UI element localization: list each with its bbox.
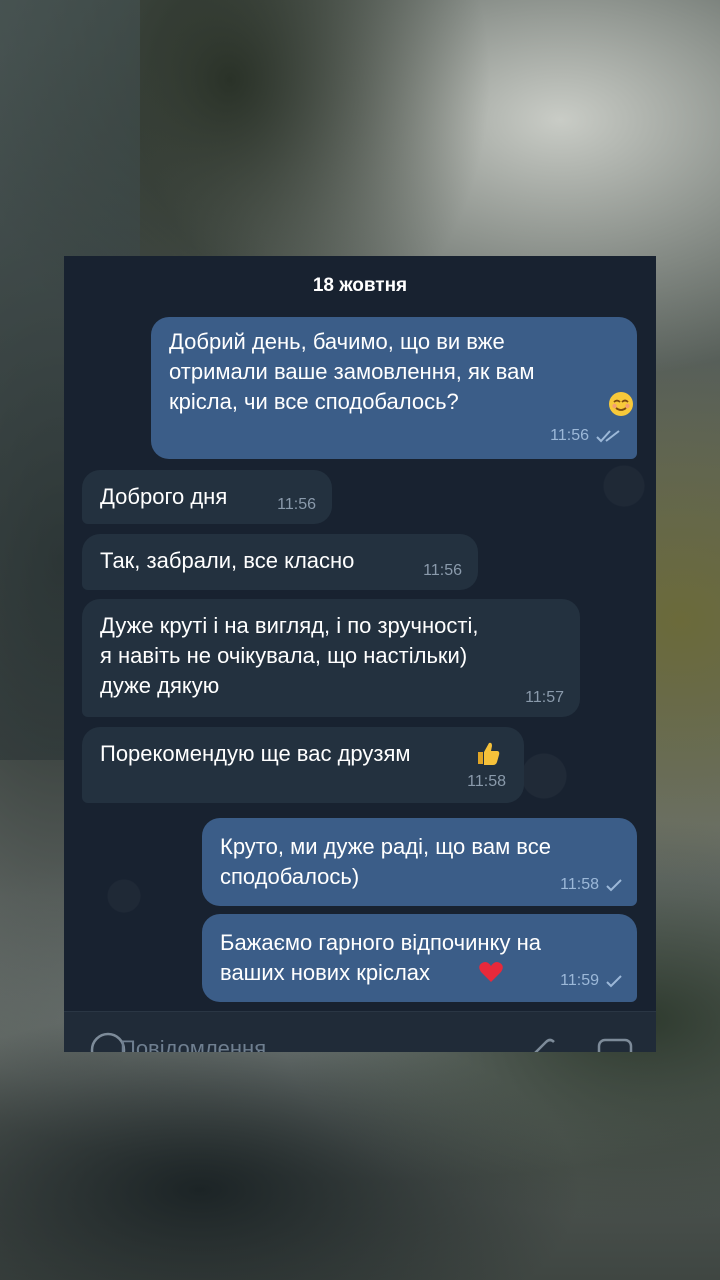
message-input[interactable]: Повідомлення — [120, 1036, 266, 1052]
message-incoming[interactable]: Доброго дня 11:56 — [82, 470, 332, 524]
message-incoming[interactable]: Порекомендую ще вас друзям 11:58 — [82, 727, 524, 803]
message-meta: 11:56 — [550, 421, 623, 451]
thumbs-up-emoji-icon — [478, 742, 500, 765]
date-header: 18 жовтня — [312, 275, 408, 296]
camera-icon[interactable] — [596, 1028, 636, 1052]
message-time: 11:59 — [560, 972, 599, 989]
message-incoming[interactable]: Дуже круті і на вигляд, і по зручності, … — [82, 599, 580, 717]
double-check-icon — [596, 430, 620, 443]
message-meta: 11:59 — [560, 966, 623, 996]
message-time: 11:56 — [550, 427, 589, 444]
message-incoming[interactable]: Так, забрали, все класно 11:56 — [82, 534, 478, 590]
message-time: 11:58 — [467, 773, 506, 790]
message-meta: 11:58 — [560, 870, 623, 900]
message-input-bar: Повідомлення — [64, 1011, 656, 1052]
relieved-face-emoji-icon — [609, 392, 633, 416]
message-time: 11:56 — [277, 496, 316, 513]
message-text: Дуже круті і на вигляд, і по зручності, … — [100, 613, 479, 698]
red-heart-emoji-icon — [479, 962, 503, 982]
message-text: Добрий день, бачимо, що ви вже отримали … — [169, 329, 535, 414]
message-outgoing[interactable]: Круто, ми дуже раді, що вам все сподобал… — [202, 818, 637, 906]
check-icon — [606, 879, 622, 892]
message-text: Так, забрали, все класно — [100, 548, 355, 573]
message-time: 11:57 — [525, 689, 564, 706]
chat-screenshot: 18 жовтня Добрий день, бачимо, що ви вже… — [64, 256, 656, 1052]
attach-icon[interactable] — [518, 1028, 558, 1052]
message-text: Порекомендую ще вас друзям — [100, 741, 411, 766]
message-outgoing[interactable]: Бажаємо гарного відпочинку на ваших нови… — [202, 914, 637, 1002]
check-icon — [606, 975, 622, 988]
message-time: 11:58 — [560, 876, 599, 893]
message-time: 11:56 — [423, 562, 462, 579]
message-outgoing[interactable]: Добрий день, бачимо, що ви вже отримали … — [151, 317, 637, 459]
